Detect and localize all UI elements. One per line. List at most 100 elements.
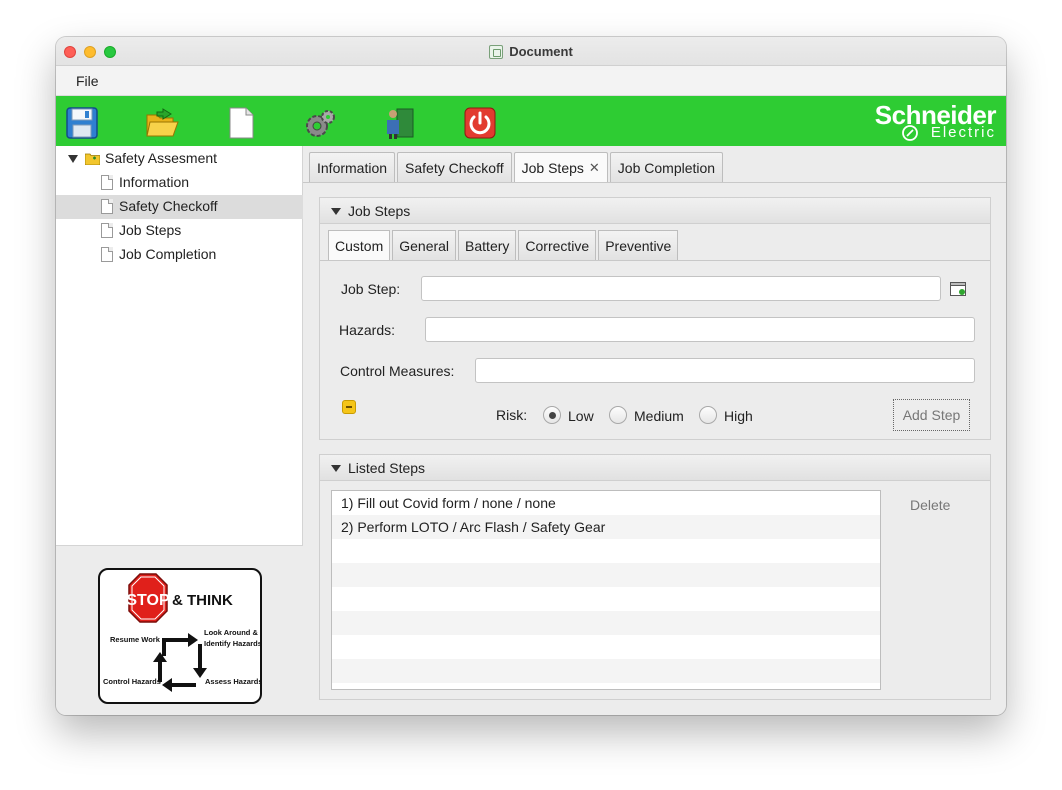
list-empty-row	[332, 635, 880, 659]
page-icon	[101, 247, 113, 262]
gear-icon	[306, 110, 335, 137]
sub-tab-divider	[320, 260, 990, 261]
settings-button[interactable]	[303, 106, 337, 140]
identify-hazards-text: Identify Hazards	[204, 639, 260, 648]
tree-root-label: Safety Assesment	[105, 150, 218, 166]
control-measures-input[interactable]	[475, 358, 975, 383]
list-empty-row	[332, 539, 880, 563]
risk-low-label[interactable]: Low	[568, 408, 594, 424]
calendar-add-icon[interactable]	[950, 282, 966, 296]
tree-item-label: Job Steps	[119, 222, 182, 238]
tree-root[interactable]: Safety Assesment	[56, 147, 303, 171]
tab-general[interactable]: General	[392, 230, 457, 260]
listed-steps-header[interactable]: Listed Steps	[320, 455, 990, 481]
tree-item-label: Information	[119, 174, 190, 190]
steps-list[interactable]: 1) Fill out Covid form / none / none 2) …	[331, 490, 881, 690]
new-document-button[interactable]	[224, 106, 258, 140]
stop-and-think-card: STOP & THINK Resume Work Look Around & I…	[98, 568, 262, 704]
tab-preventive[interactable]: Preventive	[598, 230, 679, 260]
toolbar: Schneider Electric	[56, 96, 1006, 146]
save-button[interactable]	[65, 106, 99, 140]
page-icon	[101, 223, 113, 238]
stop-think-graphic: STOP & THINK Resume Work Look Around & I…	[103, 573, 260, 692]
tree-item-job-completion[interactable]: Job Completion	[56, 243, 303, 267]
job-steps-header[interactable]: Job Steps	[320, 198, 990, 224]
control-hazards-text: Control Hazards	[103, 677, 161, 686]
tab-information[interactable]: Information	[309, 152, 396, 182]
tab-corrective[interactable]: Corrective	[518, 230, 597, 260]
schneider-logo: Schneider Electric	[864, 100, 997, 142]
folder-open-icon	[146, 108, 179, 137]
listed-steps-section: Listed Steps 1) Fill out Covid form / no…	[319, 454, 991, 700]
list-item[interactable]: 2) Perform LOTO / Arc Flash / Safety Gea…	[332, 515, 880, 539]
sub-tab-label: Corrective	[525, 237, 590, 254]
collapse-arrow-icon[interactable]	[331, 465, 341, 472]
brand-mark-icon	[902, 125, 918, 141]
listed-steps-title: Listed Steps	[348, 460, 426, 476]
tab-close-icon[interactable]: ✕	[589, 160, 600, 176]
expand-arrow-icon[interactable]	[68, 155, 78, 163]
power-button[interactable]	[463, 106, 497, 140]
hazards-input[interactable]	[425, 317, 975, 342]
main-tab-bar: Information Safety Checkoff Job Steps ✕ …	[309, 152, 724, 182]
tab-custom[interactable]: Custom	[328, 230, 391, 260]
list-empty-row	[332, 587, 880, 611]
add-step-button[interactable]: Add Step	[893, 399, 970, 431]
power-icon	[464, 107, 496, 139]
floppy-disk-icon	[66, 107, 98, 139]
sub-tab-label: General	[399, 237, 450, 254]
list-empty-row	[332, 611, 880, 635]
sub-tab-label: Preventive	[605, 237, 672, 254]
document-app-icon	[489, 44, 504, 59]
control-measures-label: Control Measures:	[340, 363, 455, 379]
risk-medium-label[interactable]: Medium	[634, 408, 684, 424]
job-steps-title: Job Steps	[348, 203, 411, 219]
sub-tab-label: Battery	[465, 237, 510, 254]
tab-job-steps[interactable]: Job Steps ✕	[513, 152, 608, 182]
folder-icon	[85, 153, 100, 165]
tab-divider	[303, 182, 1006, 183]
assess-hazards-text: Assess Hazards	[205, 677, 260, 686]
collapse-arrow-icon[interactable]	[331, 208, 341, 215]
new-document-icon	[229, 107, 254, 139]
tree-item-label: Job Completion	[119, 246, 217, 262]
tab-label: Safety Checkoff	[405, 159, 504, 176]
menu-bar: File	[56, 66, 1006, 96]
door-icon	[387, 108, 414, 139]
job-step-input[interactable]	[421, 276, 941, 301]
warning-icon	[342, 400, 356, 414]
list-item[interactable]: 1) Fill out Covid form / none / none	[332, 491, 880, 515]
tree-item-job-steps[interactable]: Job Steps	[56, 219, 303, 243]
page-icon	[101, 175, 113, 190]
look-around-text: Look Around &	[204, 628, 258, 637]
list-empty-row	[332, 563, 880, 587]
list-empty-row	[332, 659, 880, 683]
risk-low-radio[interactable]	[543, 406, 561, 424]
menu-file[interactable]: File	[76, 73, 99, 89]
delete-button[interactable]: Delete	[910, 497, 950, 513]
exit-door-button[interactable]	[383, 106, 417, 140]
sub-tab-label: Custom	[335, 237, 384, 254]
tab-safety-checkoff[interactable]: Safety Checkoff	[397, 152, 512, 182]
tab-label: Job Completion	[617, 159, 716, 176]
tab-battery[interactable]: Battery	[458, 230, 517, 260]
app-window: Document File Schneider Electric Safety …	[56, 37, 1006, 715]
tab-label: Job Steps	[521, 159, 584, 176]
job-steps-sub-tabs: Custom General Battery Corrective Preven…	[328, 230, 679, 260]
title-bar: Document	[56, 37, 1006, 66]
tree-item-information[interactable]: Information	[56, 171, 303, 195]
content-area: Information Safety Checkoff Job Steps ✕ …	[303, 146, 1006, 715]
tab-job-completion[interactable]: Job Completion	[609, 152, 724, 182]
page-icon	[101, 199, 113, 214]
risk-high-label[interactable]: High	[724, 408, 753, 424]
think-text: & THINK	[172, 592, 233, 609]
logo-panel: STOP & THINK Resume Work Look Around & I…	[56, 546, 303, 715]
cycle-arrows-icon	[158, 638, 202, 687]
hazards-label: Hazards:	[339, 322, 396, 338]
risk-medium-radio[interactable]	[609, 406, 627, 424]
open-button[interactable]	[145, 106, 179, 140]
brand-sub: Electric	[930, 124, 996, 141]
tree-item-safety-checkoff[interactable]: Safety Checkoff	[56, 195, 303, 219]
job-steps-section: Job Steps Custom General Battery Correct…	[319, 197, 991, 440]
risk-high-radio[interactable]	[699, 406, 717, 424]
